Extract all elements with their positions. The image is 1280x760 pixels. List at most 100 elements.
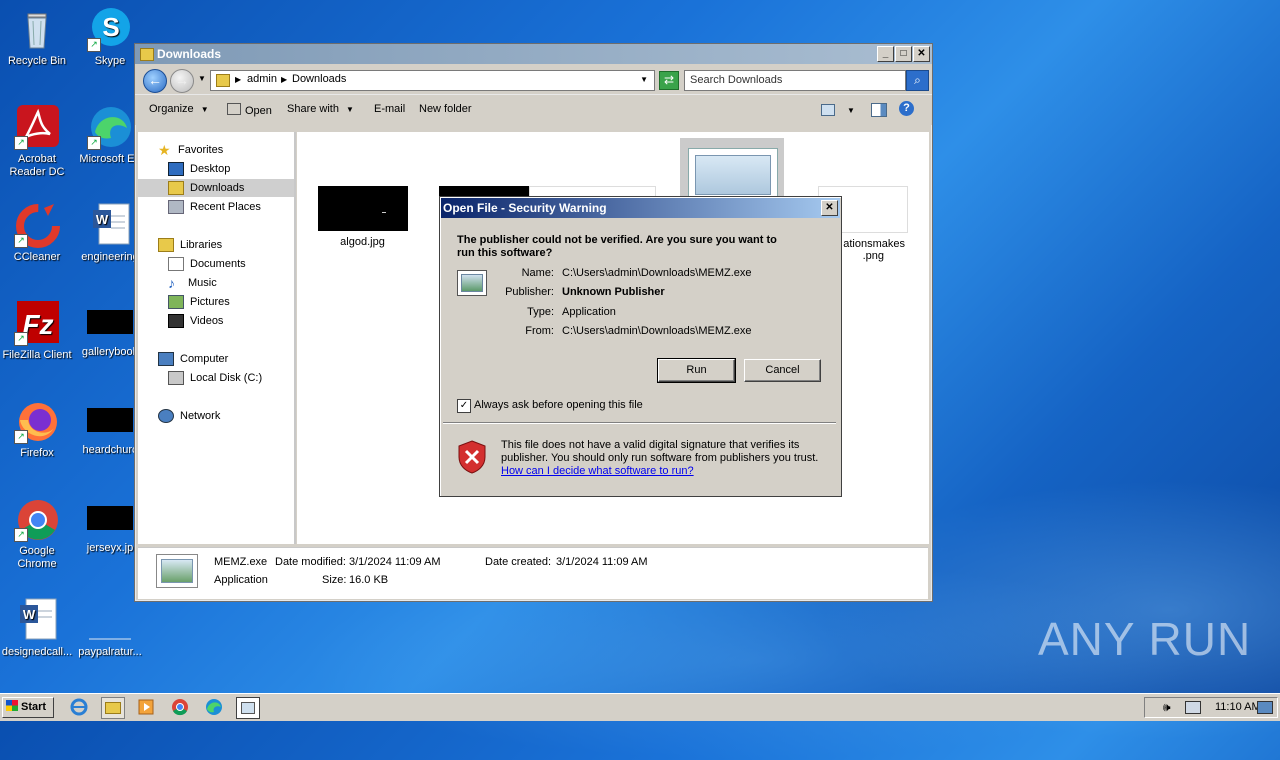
help-icon[interactable]: ?: [899, 101, 914, 116]
nav-recent-places[interactable]: Recent Places: [168, 198, 261, 216]
shortcut-arrow-icon: ↗: [87, 136, 101, 150]
minimize-button[interactable]: _: [877, 46, 894, 62]
run-button[interactable]: Run: [657, 358, 736, 383]
shortcut-arrow-icon: ↗: [14, 136, 28, 150]
desktop-icon-chrome[interactable]: ↗ Google Chrome: [0, 496, 74, 571]
dialog-title: Open File - Security Warning: [443, 201, 607, 215]
show-desktop-icon[interactable]: [1257, 701, 1273, 714]
dialog-question: The publisher could not be verified. Are…: [457, 234, 777, 260]
always-ask-checkbox[interactable]: ✓: [457, 399, 471, 413]
security-warning-dialog[interactable]: Open File - Security Warning ✕ The publi…: [439, 196, 842, 497]
network-tray-icon[interactable]: [1185, 701, 1201, 714]
nav-network[interactable]: Network: [158, 407, 220, 425]
open-button[interactable]: Open: [227, 103, 272, 117]
media-player-icon[interactable]: [135, 697, 157, 717]
explorer-titlebar[interactable]: Downloads _ □ ✕: [135, 44, 932, 64]
breadcrumb-admin[interactable]: admin: [247, 73, 277, 85]
nav-favorites[interactable]: ★ Favorites: [158, 141, 223, 159]
details-date-created-label: Date created:: [485, 556, 552, 568]
cancel-button[interactable]: Cancel: [744, 359, 821, 382]
file-item-thumbnail-2[interactable]: [439, 186, 529, 196]
file-explorer-icon[interactable]: [101, 697, 125, 719]
filezilla-icon: Fz ↗: [14, 300, 60, 346]
nav-music[interactable]: ♪ Music: [168, 274, 217, 292]
nav-videos[interactable]: Videos: [168, 312, 223, 330]
word-document-icon: W: [14, 597, 60, 643]
search-button[interactable]: ⌕: [906, 70, 929, 91]
internet-explorer-icon[interactable]: [68, 697, 90, 717]
search-input[interactable]: Search Downloads: [684, 70, 906, 91]
nav-desktop[interactable]: Desktop: [168, 160, 230, 178]
details-pane: MEMZ.exe Application Date modified: 3/1/…: [138, 547, 928, 599]
always-ask-label[interactable]: Always ask before opening this file: [474, 399, 643, 411]
nav-downloads[interactable]: Downloads: [138, 179, 294, 197]
address-bar-row: ← → ▼ ▶ admin ▶ Downloads ▼ ⇄ Search Dow…: [135, 64, 932, 94]
dialog-close-button[interactable]: ✕: [821, 200, 838, 216]
type-label: Type:: [527, 306, 554, 318]
help-link[interactable]: How can I decide what software to run?: [501, 465, 818, 478]
computer-icon: [158, 352, 174, 367]
refresh-button[interactable]: ⇄: [659, 71, 679, 90]
nav-computer[interactable]: Computer: [158, 350, 228, 368]
dialog-titlebar[interactable]: Open File - Security Warning ✕: [441, 198, 840, 218]
nav-pictures[interactable]: Pictures: [168, 293, 230, 311]
hard-disk-icon: [168, 371, 184, 386]
dialog-question-line: The publisher could not be verified. Are…: [457, 234, 777, 246]
desktop-icon-label: Firefox: [20, 447, 54, 459]
nav-documents[interactable]: Documents: [168, 255, 246, 273]
warning-line: This file does not have a valid digital …: [501, 439, 800, 451]
file-item-algod[interactable]: algod.jpg: [315, 186, 410, 248]
name-label: Name:: [521, 267, 554, 279]
organize-button[interactable]: Organize ▼: [149, 103, 209, 115]
email-button[interactable]: E-mail: [374, 103, 405, 115]
from-label: From:: [525, 325, 554, 337]
forward-button[interactable]: →: [170, 69, 194, 93]
desktop-icon-firefox[interactable]: ↗ Firefox: [0, 398, 74, 460]
address-dropdown-icon[interactable]: ▼: [640, 75, 648, 84]
svg-text:S: S: [102, 12, 119, 42]
search-placeholder: Search Downloads: [690, 74, 783, 86]
nav-libraries[interactable]: Libraries: [158, 236, 222, 254]
chrome-taskbar-icon[interactable]: [169, 697, 191, 717]
close-button[interactable]: ✕: [913, 46, 930, 62]
skype-icon: S ↗: [87, 6, 133, 52]
desktop-icon-recycle-bin[interactable]: Recycle Bin: [0, 6, 74, 68]
windows-logo-icon: [6, 700, 18, 711]
details-size-label: Size:: [322, 574, 347, 586]
back-button[interactable]: ←: [143, 69, 167, 93]
details-date-modified: 3/1/2024 11:09 AM: [349, 556, 441, 568]
address-bar[interactable]: ▶ admin ▶ Downloads ▼: [210, 70, 655, 91]
desktop-icon: [168, 162, 184, 177]
shortcut-arrow-icon: ↗: [14, 332, 28, 346]
desktop-icon-designedcall[interactable]: W designedcall...: [0, 597, 74, 659]
view-dropdown-icon[interactable]: ▼: [847, 106, 855, 115]
memz-taskbar-icon[interactable]: [236, 697, 260, 719]
start-button[interactable]: Start: [2, 697, 54, 718]
preview-pane-icon[interactable]: [871, 103, 887, 117]
recent-pages-dropdown-icon[interactable]: ▼: [198, 74, 206, 83]
breadcrumb-separator-icon[interactable]: ▶: [235, 75, 241, 84]
nav-local-disk[interactable]: Local Disk (C:): [168, 369, 262, 387]
desktop-icon-acrobat[interactable]: ↗ Acrobat Reader DC: [0, 104, 74, 179]
file-item-memz-selected[interactable]: [680, 138, 784, 200]
recycle-bin-icon: [14, 6, 60, 52]
breadcrumb-downloads[interactable]: Downloads: [292, 73, 346, 85]
clock[interactable]: 11:10 AM: [1215, 701, 1261, 713]
maximize-button[interactable]: □: [895, 46, 912, 62]
details-filename: MEMZ.exe: [214, 556, 268, 568]
command-toolbar: Organize ▼ Open Share with ▼ E-mail New …: [135, 94, 932, 125]
desktop-icon-ccleaner[interactable]: ↗ CCleaner: [0, 202, 74, 264]
new-folder-button[interactable]: New folder: [419, 103, 472, 115]
share-with-button[interactable]: Share with ▼: [287, 103, 354, 115]
shortcut-arrow-icon: ↗: [87, 38, 101, 52]
firefox-icon: ↗: [14, 398, 60, 444]
volume-icon[interactable]: 🕪: [1163, 700, 1171, 715]
desktop-icon-paypalratur[interactable]: paypalratur...: [73, 597, 147, 659]
breadcrumb-separator-icon[interactable]: ▶: [281, 75, 287, 84]
change-view-icon[interactable]: [821, 104, 835, 116]
desktop-icon-filezilla[interactable]: Fz ↗ FileZilla Client: [0, 300, 74, 362]
redacted-thumbnail: [87, 408, 133, 432]
dialog-separator: [443, 422, 836, 424]
edge-taskbar-icon[interactable]: [203, 697, 225, 717]
window-title: Downloads: [157, 47, 222, 61]
